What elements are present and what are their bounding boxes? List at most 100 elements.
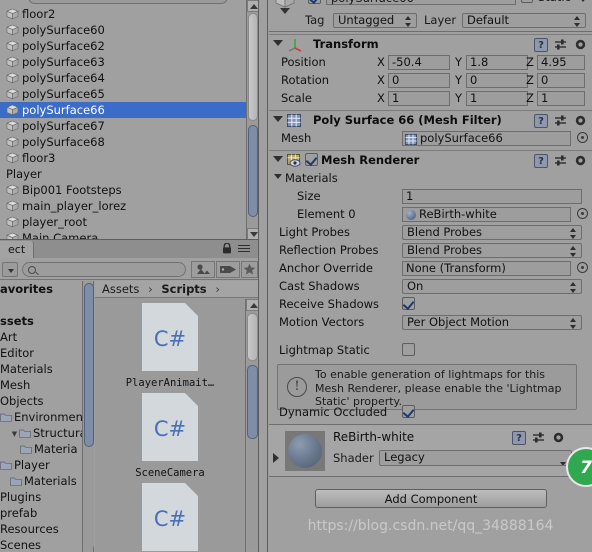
hierarchy-item-polysurface60[interactable]: polySurface60 (0, 22, 246, 38)
gear-icon-2[interactable] (574, 114, 588, 128)
breadcrumb[interactable]: Assets › Scripts › (95, 281, 258, 298)
chevron-down-icon[interactable] (280, 8, 290, 14)
grid-scroll-track[interactable] (247, 313, 258, 550)
anchor-override-object-field[interactable]: None (Transform) (402, 261, 571, 276)
transform-scale-z-input[interactable]: 1 (537, 91, 585, 106)
hierarchy-item-player-root[interactable]: player_root (0, 214, 246, 230)
breadcrumb-current[interactable]: Scripts (161, 282, 206, 296)
static-dropdown-arrow-icon[interactable] (578, 0, 588, 2)
project-grid-scrollbar[interactable] (245, 299, 259, 552)
project-tree-item-environmen[interactable]: Environmen (0, 409, 82, 425)
project-tree-item-materials[interactable]: Materials (0, 473, 82, 489)
project-tree-item-resources[interactable]: Resources (0, 521, 82, 537)
project-tree-item-mesh[interactable]: Mesh (0, 377, 82, 393)
transform-position-z-input[interactable]: 4.95 (537, 55, 585, 70)
preset-icon-4[interactable] (532, 431, 546, 445)
project-tree-item-1[interactable] (0, 297, 82, 313)
hierarchy-item-polysurface67[interactable]: polySurface67 (0, 118, 246, 134)
element0-object-field[interactable]: ReBirth-white (402, 207, 571, 222)
project-folder-tree[interactable]: avorites ssets Art Editor Materials Mesh Objec… (0, 281, 82, 552)
hierarchy-list[interactable]: floor2 polySurface60 polySurface62 polySurf… (0, 6, 246, 240)
reflection-probes-dropdown[interactable]: Blend Probes (402, 243, 582, 258)
mesh-object-picker-icon[interactable] (577, 132, 588, 143)
transform-rotation-z-input[interactable]: 0 (537, 73, 585, 88)
hierarchy-item-floor2[interactable]: floor2 (0, 6, 246, 22)
hierarchy-item-polysurface66[interactable]: polySurface66 (0, 102, 246, 118)
size-input[interactable]: 1 (402, 189, 582, 204)
hierarchy-item-player[interactable]: Player (0, 166, 246, 182)
layer-dropdown[interactable]: Default (462, 13, 586, 28)
object-filter-icon[interactable] (191, 261, 215, 278)
project-tree-item-objects[interactable]: Objects (0, 393, 82, 409)
asset-items[interactable]: C# PlayerAnimait… C# SceneCamera C# (95, 299, 245, 552)
help-icon-3[interactable]: ? (534, 154, 548, 168)
static-checkbox[interactable] (521, 0, 533, 3)
grid-scroll-thumb[interactable] (247, 365, 258, 439)
hierarchy-item-polysurface65[interactable]: polySurface65 (0, 86, 246, 102)
tag-dropdown[interactable]: Untagged (333, 13, 417, 28)
project-tree-item-materials[interactable]: Materials (0, 361, 82, 377)
mesh-filter-component-header[interactable]: Poly Surface 66 (Mesh Filter) ? (269, 110, 592, 129)
transform-position-y-input[interactable]: 1.8 (466, 55, 528, 70)
hierarchy-item-polysurface64[interactable]: polySurface64 (0, 70, 246, 86)
cast-shadows-dropdown[interactable]: On (402, 279, 582, 294)
hierarchy-scroll-thumb-upper[interactable] (248, 13, 258, 121)
help-icon-4[interactable]: ? (512, 431, 526, 445)
transform-foldout-icon[interactable] (273, 40, 283, 46)
gameobject-name-input[interactable]: polySurface66 (326, 0, 516, 5)
asset-item[interactable]: C# PlayerAnimait… (95, 303, 245, 389)
hierarchy-item-polysurface63[interactable]: polySurface63 (0, 54, 246, 70)
transform-component-header[interactable]: Transform ? (269, 34, 592, 53)
mesh-object-field[interactable]: polySurface66 (402, 131, 571, 146)
hierarchy-item-polysurface68[interactable]: polySurface68 (0, 134, 246, 150)
add-component-button[interactable]: Add Component (315, 489, 547, 508)
project-tree-item-player[interactable]: Player (0, 457, 82, 473)
transform-rotation-y-input[interactable]: 0 (466, 73, 528, 88)
breadcrumb-root[interactable]: Assets (102, 282, 139, 296)
light-probes-dropdown[interactable]: Blend Probes (402, 225, 582, 240)
mesh-filter-foldout-icon[interactable] (273, 116, 283, 122)
hierarchy-item-bip001-footsteps[interactable]: Bip001 Footsteps (0, 182, 246, 198)
project-tree-item-editor[interactable]: Editor (0, 345, 82, 361)
lightmap-static-checkbox[interactable] (402, 343, 415, 356)
shader-dropdown[interactable]: Legacy Shaders/Transparent/Diffuse (379, 450, 572, 466)
gear-icon[interactable] (574, 38, 588, 52)
project-tree-item-scenes[interactable]: Scenes (0, 537, 82, 552)
help-icon-2[interactable]: ? (534, 114, 548, 128)
csharp-script-icon[interactable]: C# (142, 483, 198, 551)
project-tree-scroll-thumb[interactable] (84, 283, 94, 447)
motion-vectors-dropdown[interactable]: Per Object Motion (402, 315, 582, 330)
tab-project[interactable]: ect (0, 241, 35, 258)
project-tree-item-prefab[interactable]: prefab (0, 505, 82, 521)
materials-foldout-icon[interactable] (274, 174, 282, 179)
panel-menu-icon[interactable] (238, 245, 254, 254)
transform-position-x-input[interactable]: -50.4 (388, 55, 450, 70)
help-icon[interactable]: ? (534, 38, 548, 52)
project-view-dropdown[interactable] (2, 262, 18, 277)
element0-object-picker-icon[interactable] (577, 208, 588, 219)
hierarchy-item-polysurface62[interactable]: polySurface62 (0, 38, 246, 54)
project-tree-item-structura[interactable]: ▼ Structura (0, 425, 82, 441)
lock-icon[interactable] (222, 242, 232, 254)
anchor-override-object-picker-icon[interactable] (577, 262, 588, 273)
project-tree-item-avorites[interactable]: avorites (0, 281, 82, 297)
material-foldout-icon[interactable] (273, 453, 279, 463)
hierarchy-scroll-thumb[interactable] (248, 125, 258, 217)
hierarchy-scrollbar[interactable] (246, 0, 258, 240)
csharp-script-icon[interactable]: C# (142, 303, 198, 371)
dynamic-occluded-checkbox[interactable] (402, 405, 415, 418)
project-tree-item-ssets[interactable]: ssets (0, 313, 82, 329)
mesh-renderer-foldout-icon[interactable] (273, 156, 283, 162)
receive-shadows-checkbox[interactable] (402, 297, 415, 310)
gear-icon-4[interactable] (552, 431, 566, 445)
label-filter-icon[interactable] (216, 261, 240, 278)
favorite-star-icon[interactable] (241, 261, 258, 278)
project-tree-item-plugins[interactable]: Plugins (0, 489, 82, 505)
hierarchy-scroll-track[interactable] (248, 13, 258, 227)
hierarchy-scroll-up-icon[interactable] (247, 0, 258, 12)
preset-icon[interactable] (554, 38, 568, 52)
asset-item[interactable]: C# (95, 483, 245, 552)
csharp-script-icon[interactable]: C# (142, 393, 198, 461)
transform-scale-y-input[interactable]: 1 (466, 91, 528, 106)
project-search-input[interactable] (22, 262, 186, 277)
